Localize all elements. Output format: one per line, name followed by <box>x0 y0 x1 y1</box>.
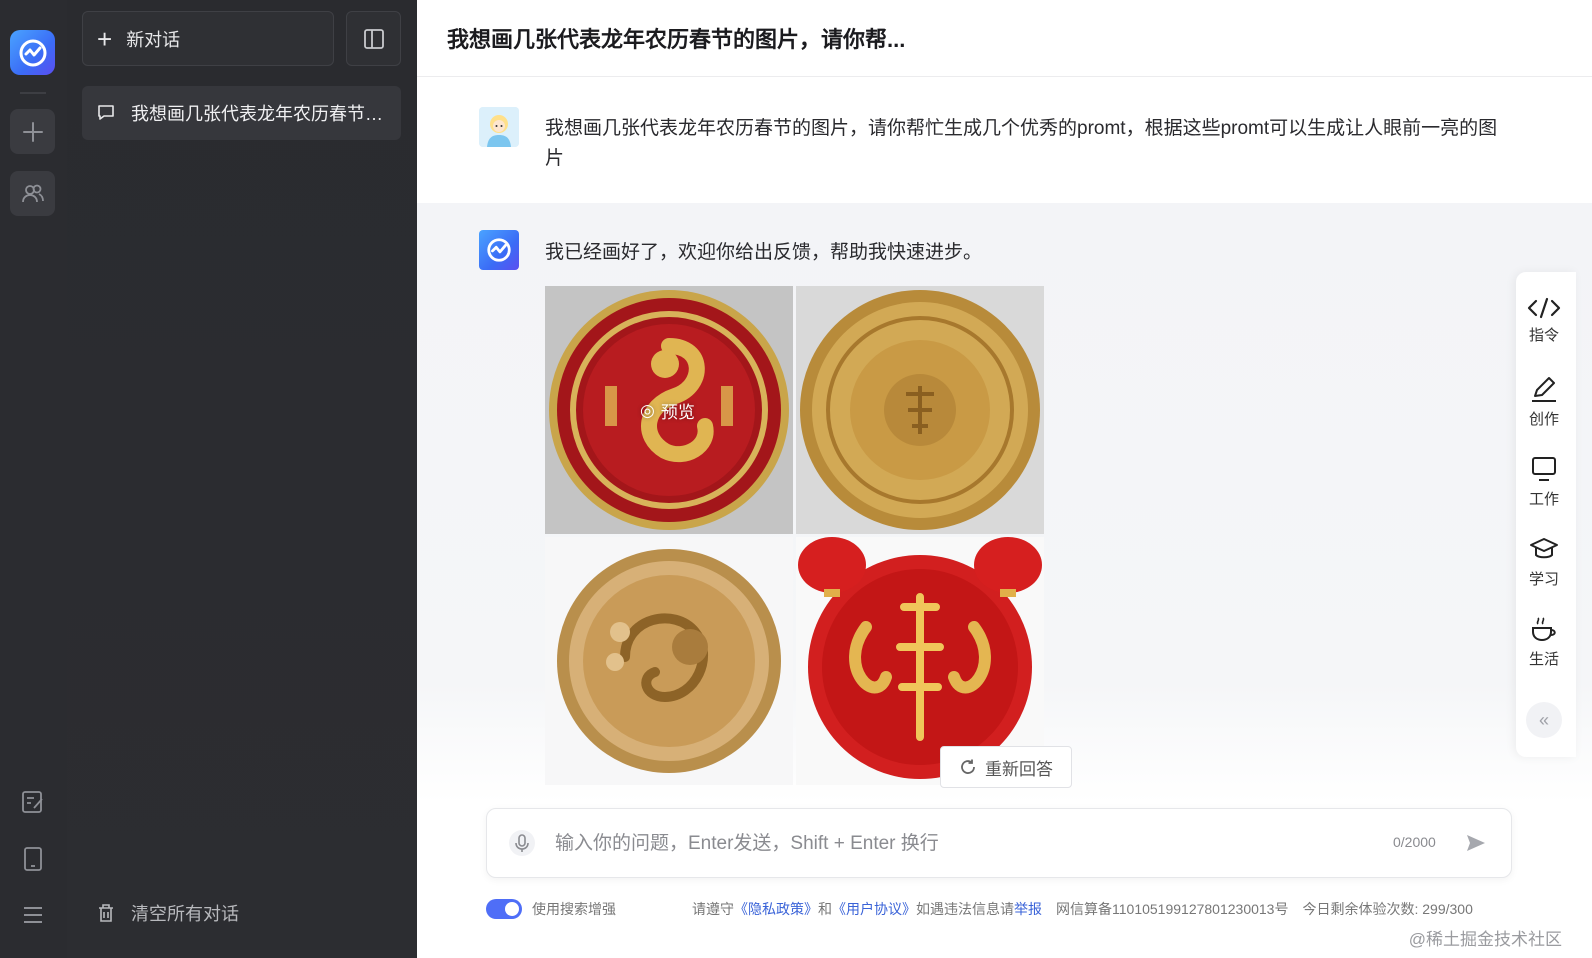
gold-coin-image <box>796 286 1044 534</box>
eye-icon: ◎ <box>640 400 655 420</box>
tool-label: 创作 <box>1528 411 1559 428</box>
microphone-icon <box>509 830 535 856</box>
search-enhance-label: 使用搜索增强 <box>532 901 616 917</box>
char-counter: 0/2000 <box>1393 834 1436 850</box>
toggle-sidebar-button[interactable] <box>346 11 401 66</box>
tool-work[interactable]: 工作 <box>1516 454 1572 509</box>
tool-life[interactable]: 生活 <box>1516 614 1572 669</box>
conversation-item[interactable]: 我想画几张代表龙年农历春节的... <box>82 86 401 140</box>
user-avatar <box>479 107 519 147</box>
icon-rail <box>0 0 67 958</box>
report-link[interactable]: 举报 <box>1014 899 1042 919</box>
watermark: @稀土掘金技术社区 <box>1408 930 1562 949</box>
new-chat-label: 新对话 <box>126 29 181 50</box>
tool-instruction[interactable]: 指令 <box>1516 296 1572 345</box>
pen-icon <box>1532 377 1556 402</box>
preview-label: 预览 <box>660 403 695 422</box>
notice-prefix: 请遵守 <box>692 901 734 917</box>
chat-input[interactable] <box>555 827 1375 861</box>
tool-label: 生活 <box>1528 651 1559 668</box>
menu-icon <box>24 907 42 923</box>
tool-create[interactable]: 创作 <box>1516 374 1572 429</box>
rail-mobile-button[interactable] <box>18 844 48 874</box>
monitor-icon <box>1532 457 1556 481</box>
send-icon <box>1467 835 1485 851</box>
tool-label: 指令 <box>1528 327 1559 344</box>
chat-bubble-icon <box>98 105 114 120</box>
refresh-icon <box>961 759 975 774</box>
privacy-policy-link[interactable]: 《隐私政策》 <box>734 899 818 919</box>
chat-header: 我想画几张代表龙年农历春节的图片，请你帮... <box>417 0 1592 77</box>
voice-input-button[interactable] <box>509 829 535 862</box>
conversation-sidebar: + 新对话 我想画几张代表龙年农历春节的... 清空所有对话 <box>67 0 417 958</box>
code-icon <box>1527 297 1561 319</box>
trash-icon <box>99 904 113 922</box>
assistant-message: 我已经画好了，欢迎你给出反馈，帮助我快速进步。 ◎ 预览 <box>417 203 1592 803</box>
user-message-text: 我想画几张代表龙年农历春节的图片，请你帮忙生成几个优秀的promt，根据这些pr… <box>545 118 1498 169</box>
icp-record: 网信算备110105199127801230013号 <box>1056 901 1289 917</box>
quota-text: 今日剩余体验次数: 299/300 <box>1302 901 1473 917</box>
generated-image-grid: ◎ 预览 <box>545 286 1045 786</box>
rail-notes-button[interactable] <box>18 787 48 817</box>
preview-overlay[interactable]: ◎ 预览 <box>640 398 695 423</box>
tool-label: 工作 <box>1528 491 1559 508</box>
coffee-cup-icon <box>1532 617 1556 642</box>
double-chevron-left-icon: « <box>1538 709 1549 730</box>
user-avatar-icon <box>479 107 519 147</box>
regenerate-label: 重新回答 <box>985 759 1053 779</box>
rail-divider <box>20 92 46 94</box>
clear-all-label: 清空所有对话 <box>131 904 239 924</box>
plus-icon <box>22 121 43 142</box>
dragon-relief-coin-image <box>545 537 793 785</box>
and-text: 和 <box>818 901 832 917</box>
regenerate-button[interactable]: 重新回答 <box>940 746 1072 788</box>
chat-input-container: 0/2000 <box>486 808 1512 878</box>
chat-main: 我想画几张代表龙年农历春节的图片，请你帮... 我想画几张代表龙年农历春节的图片… <box>417 0 1592 958</box>
collapse-panel-button[interactable]: « <box>1526 702 1562 738</box>
mobile-icon <box>24 847 42 871</box>
graduation-cap-icon <box>1530 538 1558 559</box>
footer-bar: 使用搜索增强 请遵守 《隐私政策》 和 《用户协议》 如遇违法信息请 举报 网信… <box>486 896 1526 922</box>
users-icon <box>21 184 44 202</box>
user-message: 我想画几张代表龙年农历春节的图片，请你帮忙生成几个优秀的promt，根据这些pr… <box>417 78 1592 203</box>
report-prefix: 如遇违法信息请 <box>916 901 1014 917</box>
app-logo-icon <box>19 39 46 66</box>
plus-icon: + <box>97 23 113 54</box>
send-button[interactable] <box>1465 832 1487 859</box>
sidebar-toggle-icon <box>363 28 384 49</box>
rail-menu-button[interactable] <box>18 900 48 930</box>
tool-panel: 指令 创作 工作 学习 生活 « <box>1516 272 1576 757</box>
conversation-title: 我想画几张代表龙年农历春节的... <box>131 104 391 124</box>
app-logo[interactable] <box>10 30 55 75</box>
generated-image-2[interactable] <box>796 286 1044 534</box>
tool-study[interactable]: 学习 <box>1516 534 1572 589</box>
tool-label: 学习 <box>1528 571 1559 588</box>
generated-image-3[interactable] <box>545 537 793 785</box>
assistant-logo-icon <box>487 238 511 262</box>
assistant-avatar <box>479 230 519 270</box>
user-agreement-link[interactable]: 《用户协议》 <box>832 899 916 919</box>
rail-team-button[interactable] <box>10 171 55 216</box>
page-title: 我想画几张代表龙年农历春节的图片，请你帮... <box>447 27 906 52</box>
note-edit-icon <box>22 791 43 813</box>
generated-image-1[interactable]: ◎ 预览 <box>545 286 793 534</box>
new-chat-button[interactable]: + 新对话 <box>82 11 334 66</box>
rail-new-button[interactable] <box>10 109 55 154</box>
search-enhance-toggle[interactable] <box>486 899 522 919</box>
assistant-message-text: 我已经画好了，欢迎你给出反馈，帮助我快速进步。 <box>545 242 983 263</box>
clear-all-button[interactable]: 清空所有对话 <box>97 900 239 926</box>
